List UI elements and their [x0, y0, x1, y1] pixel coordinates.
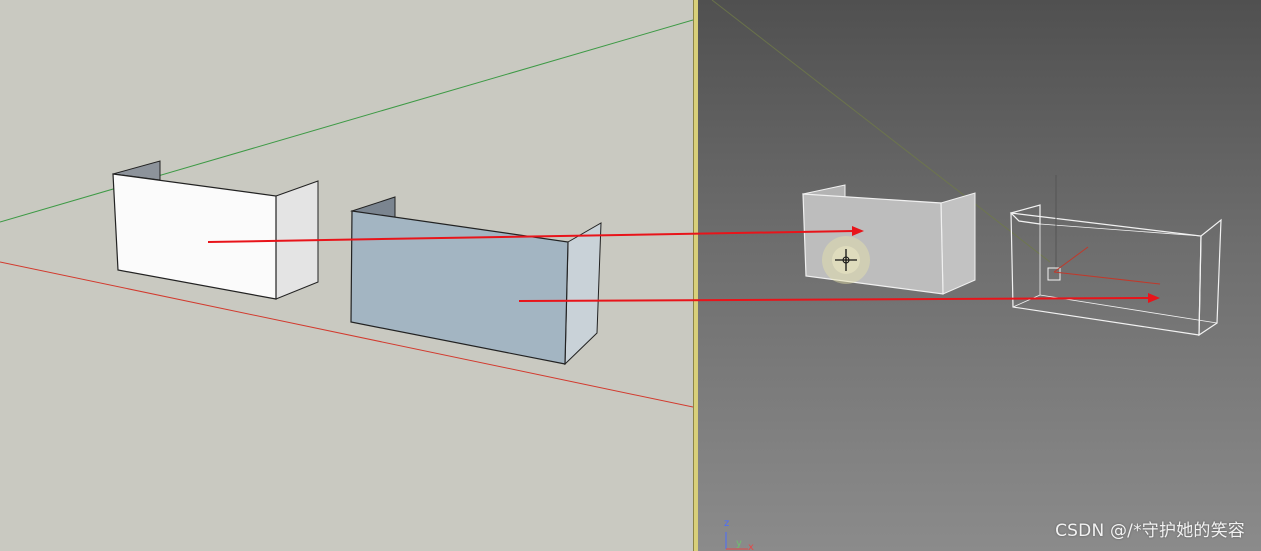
white-u-panel[interactable]	[112, 160, 319, 300]
sketchup-viewport[interactable]	[0, 0, 693, 551]
green-axis-line	[0, 19, 693, 223]
max-viewport[interactable]: z y x	[698, 0, 1261, 551]
selected-u-panel[interactable]	[350, 196, 602, 366]
axis-gizmo-icon: z y x	[718, 516, 758, 551]
sketchup-scene	[0, 19, 693, 408]
imported-solid-panel[interactable]	[801, 184, 976, 295]
max-scene	[711, 0, 1222, 337]
csdn-watermark: CSDN @/*守护她的笑容	[1055, 521, 1245, 541]
move-cursor-icon	[822, 236, 870, 284]
wireframe-panel[interactable]	[1009, 204, 1222, 337]
